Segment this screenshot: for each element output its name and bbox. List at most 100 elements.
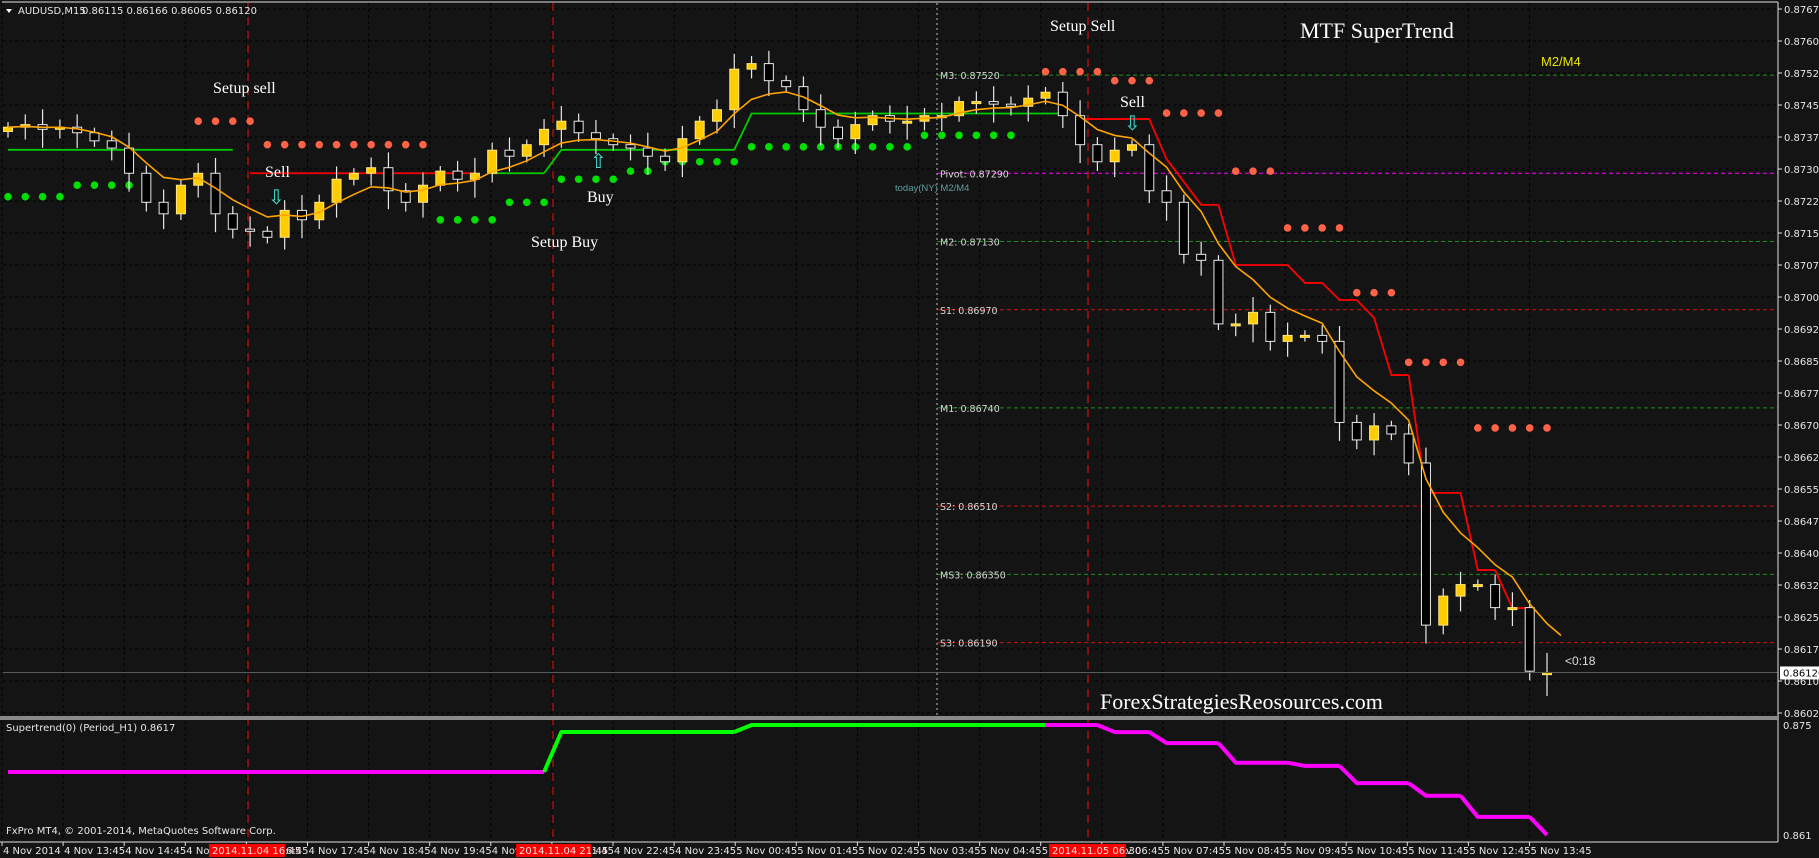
candle-bull bbox=[850, 124, 861, 140]
candle-bull bbox=[1040, 91, 1051, 99]
sell-arrow-icon-2: ⇩ bbox=[1124, 113, 1141, 135]
price-tick-label: 0.86625 bbox=[1784, 453, 1819, 464]
time-tick-label: 5 Nov 02:45 bbox=[858, 846, 919, 857]
trend-dot-down bbox=[246, 117, 254, 126]
candle-bear bbox=[1075, 115, 1086, 146]
panel-separator[interactable] bbox=[0, 716, 1779, 720]
candle-bear bbox=[660, 155, 671, 163]
trend-dot-down bbox=[1525, 424, 1534, 432]
time-tick-label: 5 Nov 10:45 bbox=[1347, 846, 1408, 857]
time-tick-label: 4 Nov 14:45 bbox=[125, 846, 186, 857]
candle-bear bbox=[763, 63, 774, 82]
time-tick-label: 4 Nov 13:45 bbox=[64, 846, 125, 857]
candle-bear bbox=[106, 140, 117, 149]
trend-dot-down bbox=[1093, 67, 1102, 76]
candle-bull bbox=[746, 63, 757, 70]
trend-dot-down bbox=[1474, 424, 1482, 432]
candle-bear bbox=[625, 144, 636, 149]
trend-dot-up bbox=[574, 175, 583, 184]
pivot-label: M3: 0.87520 bbox=[940, 71, 1000, 82]
time-tick-label: 5 Nov 03:45 bbox=[920, 846, 981, 857]
candle-bull bbox=[711, 109, 722, 122]
trend-dot-up bbox=[557, 175, 566, 184]
trend-dot-down bbox=[1370, 288, 1378, 297]
trend-dot-down bbox=[384, 140, 393, 149]
trend-dot-down bbox=[1110, 76, 1119, 85]
trend-dot-up bbox=[955, 131, 963, 140]
setup-sell-annotation: Setup sell bbox=[213, 80, 276, 97]
trend-dot-down bbox=[1231, 167, 1240, 175]
candle-bear bbox=[1092, 144, 1103, 163]
trend-dot-up bbox=[903, 143, 911, 151]
trend-dot-down bbox=[1076, 67, 1084, 76]
trend-dot-down bbox=[228, 117, 237, 126]
sell-annotation: Sell bbox=[265, 164, 290, 181]
trend-dot-up bbox=[730, 157, 739, 166]
price-tick-label: 0.86925 bbox=[1784, 325, 1819, 336]
candle-bull bbox=[539, 128, 550, 146]
candle-bull bbox=[1299, 334, 1310, 338]
price-tick-label: 0.87225 bbox=[1784, 197, 1819, 208]
trend-dot-down bbox=[1162, 109, 1171, 117]
trend-dot-down bbox=[1491, 424, 1499, 432]
trend-dot-up bbox=[765, 143, 773, 151]
trend-dot-down bbox=[1128, 76, 1136, 85]
lower-panel-title: Supertrend(0) (Period_H1) 0.8617 bbox=[6, 723, 175, 734]
price-tick-label: 0.86550 bbox=[1784, 485, 1819, 496]
price-tick-label: 0.86025 bbox=[1784, 709, 1819, 720]
trend-dot-up bbox=[436, 215, 445, 224]
candle-bull bbox=[435, 170, 446, 186]
candle-bear bbox=[642, 147, 653, 157]
trend-dot-up bbox=[989, 131, 998, 140]
price-tick-label: 0.87450 bbox=[1784, 101, 1819, 112]
candle-bear bbox=[1213, 259, 1224, 325]
setup-buy-annotation: Setup Buy bbox=[531, 234, 598, 251]
ohlc-readout: 0.86115 0.86166 0.86065 0.86120 bbox=[82, 6, 257, 17]
time-tick-label: 5 Nov 12:45 bbox=[1469, 846, 1530, 857]
trend-dot-up bbox=[488, 215, 496, 224]
trend-dot-up bbox=[73, 181, 81, 190]
trend-dot-up bbox=[782, 143, 790, 151]
price-tick-label: 0.87675 bbox=[1784, 5, 1819, 16]
time-tick-label: 4 Nov 22:45 bbox=[614, 846, 675, 857]
trend-dot-up bbox=[522, 198, 531, 207]
watermark: ForexStrategiesReosources.com bbox=[1100, 689, 1383, 714]
time-tick-label: 5 Nov 00:45 bbox=[736, 846, 797, 857]
candle-bull bbox=[366, 167, 377, 174]
chart-canvas[interactable]: M3: 0.87520 Pivot: 0.87290 M2: 0.87130 S1: … bbox=[0, 0, 1819, 858]
candle-bear bbox=[1005, 103, 1016, 107]
trend-dot-down bbox=[1214, 109, 1223, 117]
trend-dot-down bbox=[350, 140, 358, 149]
pivot-label: MS3: 0.86350 bbox=[940, 570, 1006, 581]
candle-bear bbox=[1161, 190, 1172, 203]
price-tick-label: 0.86775 bbox=[1784, 389, 1819, 400]
price-tick-label: 0.87375 bbox=[1784, 133, 1819, 144]
price-tick-label: 0.86250 bbox=[1784, 613, 1819, 624]
trend-dot-up bbox=[453, 215, 462, 224]
candle-bear bbox=[141, 172, 152, 203]
trend-dot-down bbox=[1543, 424, 1551, 432]
trend-dot-down bbox=[1041, 67, 1050, 76]
trend-dot-up bbox=[799, 143, 808, 151]
today-ny-label: today(NY) M2/M4 bbox=[895, 183, 969, 194]
trend-dot-down bbox=[401, 140, 410, 149]
price-tick-label: 0.86850 bbox=[1784, 357, 1819, 368]
trend-dot-up bbox=[107, 181, 116, 190]
trend-dot-down bbox=[211, 117, 220, 126]
time-tick-label: 5 Nov 01:45 bbox=[797, 846, 858, 857]
price-tick-label: 0.87525 bbox=[1784, 69, 1819, 80]
candle-bear bbox=[815, 109, 826, 128]
trend-dot-up bbox=[868, 143, 877, 151]
trend-dot-down bbox=[1508, 424, 1517, 432]
pivot-label: Pivot: 0.87290 bbox=[940, 169, 1009, 180]
candle-bear bbox=[1386, 425, 1397, 435]
trend-dot-down bbox=[263, 140, 272, 149]
candle-bull bbox=[1455, 584, 1466, 597]
copyright-text: FxPro MT4, © 2001-2014, MetaQuotes Softw… bbox=[6, 826, 276, 837]
trend-dot-up bbox=[886, 143, 894, 151]
candle-bull bbox=[348, 172, 359, 180]
pivot-label: S1: 0.86970 bbox=[940, 306, 998, 317]
candle-bear bbox=[1196, 253, 1207, 261]
candle-bull bbox=[487, 149, 498, 174]
current-price-label: 0.86120 bbox=[1783, 668, 1819, 679]
